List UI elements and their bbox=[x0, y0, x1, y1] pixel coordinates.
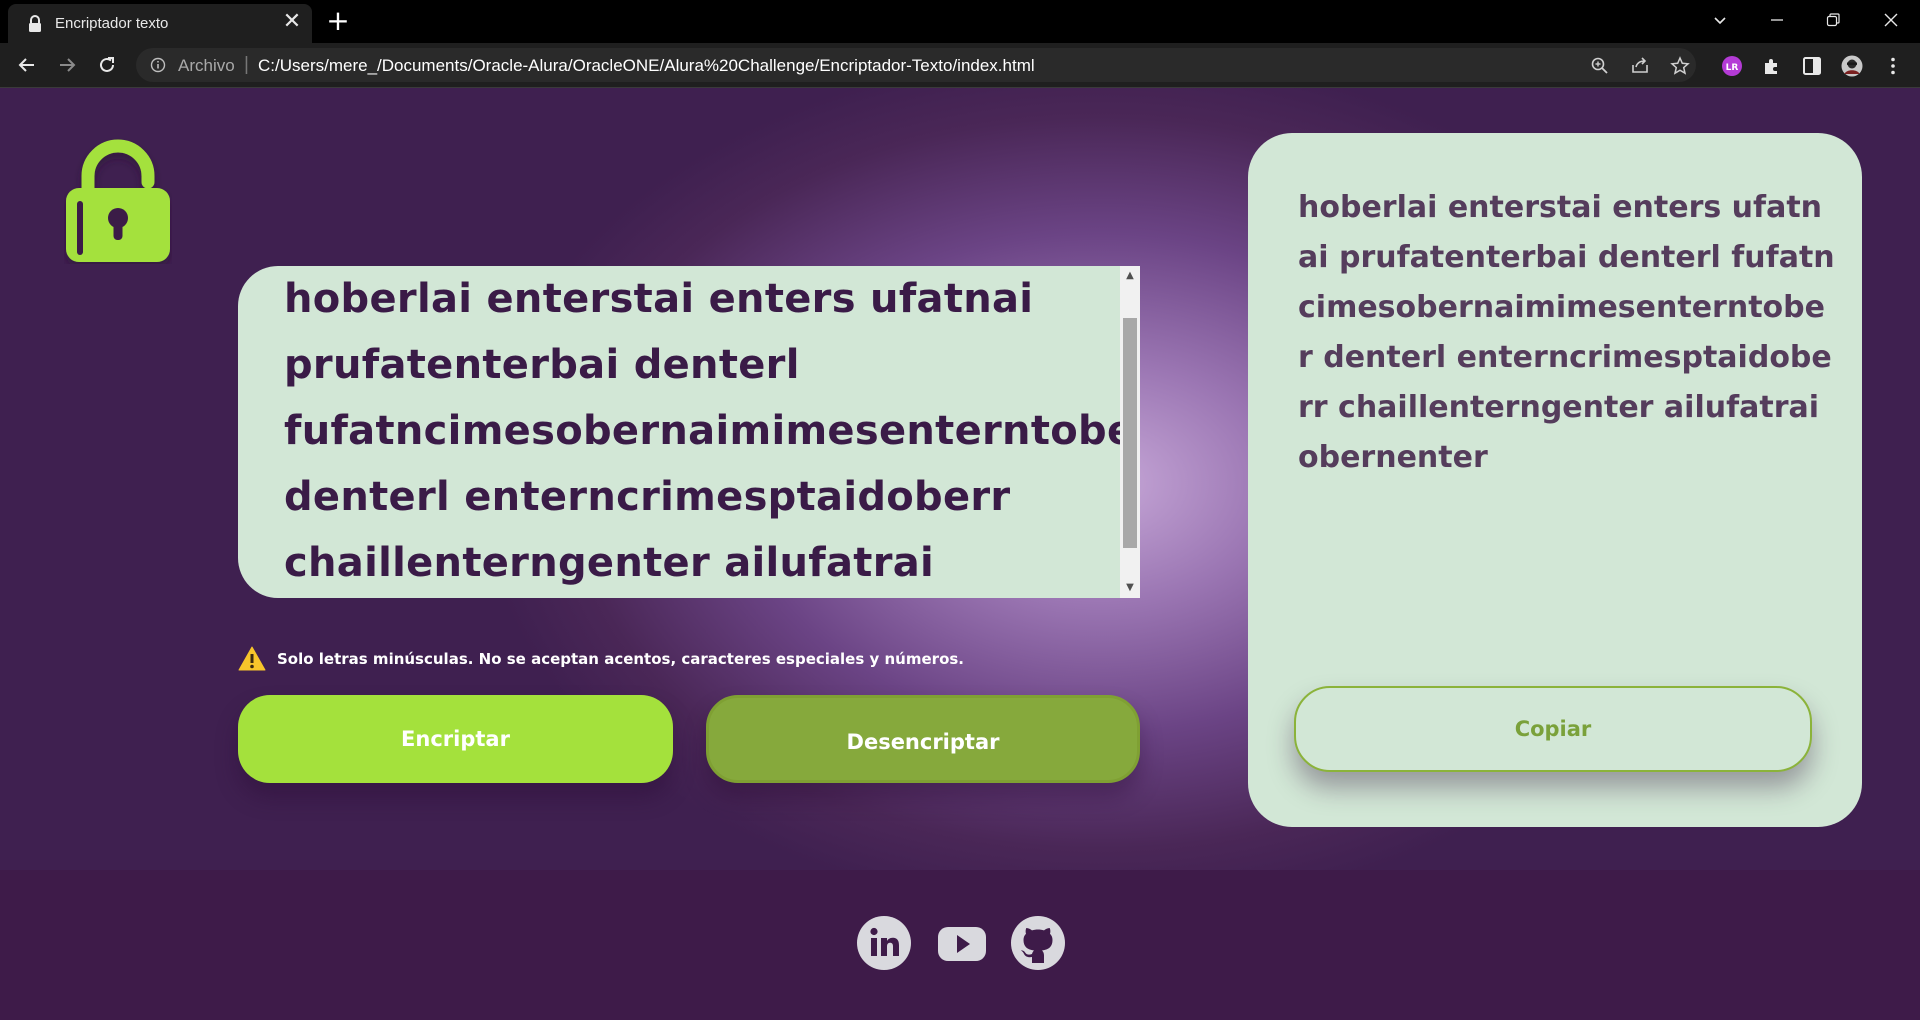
extension-lr-icon[interactable]: LR bbox=[1721, 55, 1743, 77]
scroll-up-arrow-icon[interactable]: ▲ bbox=[1120, 266, 1140, 286]
scheme-separator: | bbox=[244, 54, 249, 75]
close-window-button[interactable] bbox=[1868, 0, 1914, 40]
browser-tab[interactable]: Encriptador texto ✕ bbox=[8, 4, 312, 43]
text-input-area[interactable]: hoberlai enterstai enters ufatnai prufat… bbox=[238, 266, 1140, 598]
bookmark-star-icon[interactable] bbox=[1670, 56, 1690, 76]
scheme-label: Archivo bbox=[178, 56, 235, 75]
github-icon[interactable] bbox=[1010, 915, 1066, 971]
youtube-icon[interactable] bbox=[934, 915, 990, 971]
url-text[interactable]: C:/Users/mere_/Documents/Oracle-Alura/Or… bbox=[258, 56, 1035, 76]
footer bbox=[0, 870, 1920, 1020]
page-body: hoberlai enterstai enters ufatnai prufat… bbox=[0, 88, 1920, 870]
tab-close-icon[interactable]: ✕ bbox=[280, 11, 304, 35]
lock-favicon-icon bbox=[29, 15, 41, 32]
minimize-button[interactable] bbox=[1754, 0, 1800, 40]
extensions-puzzle-icon[interactable] bbox=[1761, 55, 1783, 77]
zoom-icon[interactable] bbox=[1590, 56, 1610, 76]
encrypt-button[interactable]: Encriptar bbox=[238, 695, 673, 783]
padlock-logo-icon bbox=[66, 139, 170, 262]
info-icon[interactable] bbox=[150, 57, 166, 73]
restore-button[interactable] bbox=[1810, 0, 1856, 40]
side-panel-icon[interactable] bbox=[1801, 55, 1823, 77]
share-icon[interactable] bbox=[1630, 56, 1650, 76]
text-input[interactable]: hoberlai enterstai enters ufatnai prufat… bbox=[284, 266, 1120, 598]
linkedin-icon[interactable] bbox=[856, 915, 912, 971]
input-scrollbar[interactable]: ▲ ▼ bbox=[1120, 266, 1140, 598]
browser-menu-icon[interactable] bbox=[1882, 55, 1904, 77]
svg-text:LR: LR bbox=[1726, 63, 1739, 73]
tab-search-icon[interactable] bbox=[1697, 0, 1743, 40]
output-panel: hoberlai enterstai enters ufatnai prufat… bbox=[1248, 133, 1862, 827]
warning-icon bbox=[238, 646, 266, 671]
scroll-down-arrow-icon[interactable]: ▼ bbox=[1120, 578, 1140, 598]
tab-title: Encriptador texto bbox=[55, 15, 169, 32]
output-text: hoberlai enterstai enters ufatnai prufat… bbox=[1298, 190, 1835, 475]
text-input-box[interactable]: hoberlai enterstai enters ufatnai prufat… bbox=[238, 266, 1120, 598]
copy-button[interactable]: Copiar bbox=[1294, 686, 1812, 772]
browser-tabbar: Encriptador texto ✕ + bbox=[0, 0, 1920, 43]
browser-toolbar: Archivo | C:/Users/mere_/Documents/Oracl… bbox=[0, 43, 1920, 88]
back-button[interactable] bbox=[11, 49, 43, 81]
scroll-thumb[interactable] bbox=[1123, 318, 1137, 548]
warning-text: Solo letras minúsculas. No se aceptan ac… bbox=[277, 650, 964, 668]
new-tab-button[interactable]: + bbox=[323, 7, 353, 37]
profile-avatar[interactable] bbox=[1841, 55, 1863, 77]
reload-button[interactable] bbox=[91, 49, 123, 81]
decrypt-button[interactable]: Desencriptar bbox=[706, 695, 1140, 783]
address-bar[interactable]: Archivo | C:/Users/mere_/Documents/Oracl… bbox=[136, 48, 1696, 82]
forward-button[interactable] bbox=[51, 49, 83, 81]
